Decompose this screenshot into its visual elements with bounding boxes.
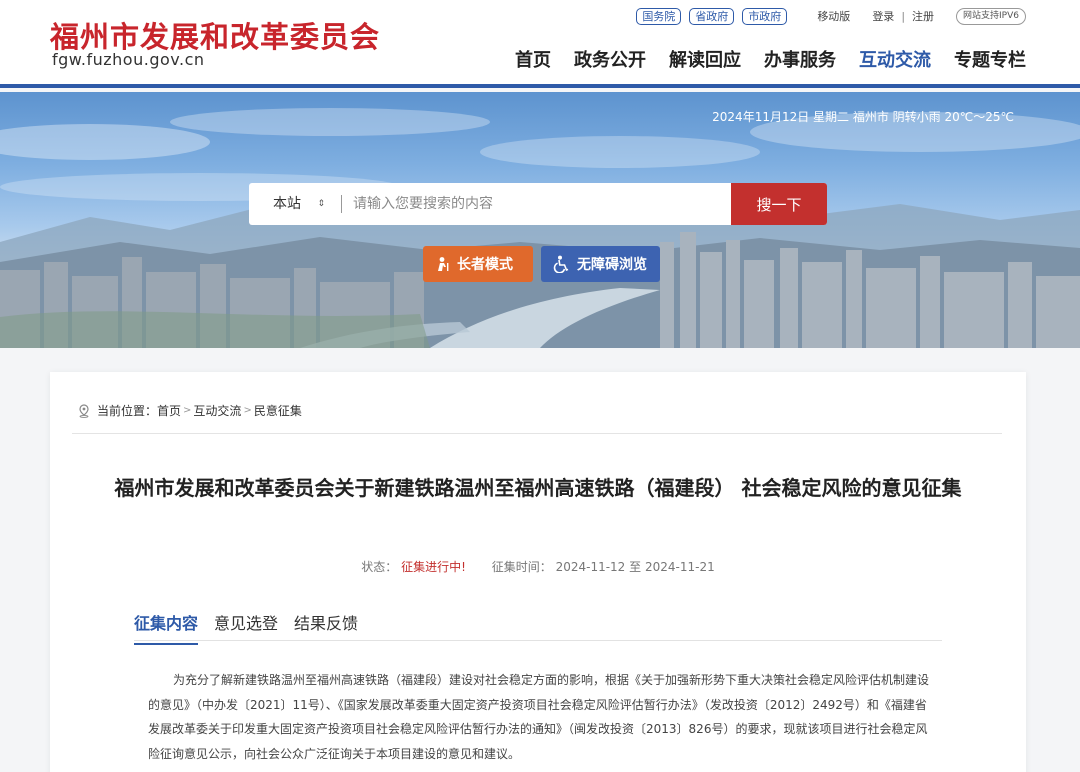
time-label: 征集时间： <box>491 560 552 574</box>
nav-special-topics[interactable]: 专题专栏 <box>954 46 1026 72</box>
article-body: 为充分了解新建铁路温州至福州高速铁路（福建段）建设对社会稳定方面的影响，根据《关… <box>148 673 930 761</box>
main-nav: 首页 政务公开 解读回应 办事服务 互动交流 专题专栏 <box>492 46 1026 72</box>
search-bar: 本站 ⇕ 搜一下 <box>249 183 827 225</box>
elder-mode-label: 长者模式 <box>457 257 513 273</box>
login-link[interactable]: 登录 <box>872 8 894 24</box>
search-scope-select[interactable]: 本站 ⇕ <box>249 183 341 225</box>
top-links: 国务院 省政府 市政府 移动版 登录 | 注册 网站支持IPV6 <box>636 7 1026 25</box>
location-pin-icon <box>79 403 89 418</box>
search-input[interactable] <box>353 183 723 225</box>
search-scope-label: 本站 <box>273 196 301 212</box>
breadcrumb-opinion-collection[interactable]: 民意征集 <box>254 402 302 419</box>
article-meta: 状态： 征集进行中! 征集时间： 2024-11-12 至 2024-11-21 <box>50 558 1026 575</box>
time-end: 2024-11-21 <box>645 560 715 574</box>
breadcrumb-home[interactable]: 首页 <box>157 402 181 419</box>
updown-arrow-icon: ⇕ <box>317 199 325 209</box>
article-title: 福州市发展和改革委员会关于新建铁路温州至福州高速铁路（福建段） 社会稳定风险的意… <box>114 476 962 500</box>
elder-mode-button[interactable]: 长者模式 <box>423 246 533 282</box>
link-province-gov[interactable]: 省政府 <box>689 7 735 25</box>
breadcrumb: 当前位置： 首页 > 互动交流 > 民意征集 <box>77 402 302 419</box>
nav-home[interactable]: 首页 <box>515 46 551 72</box>
accessibility-button[interactable]: 无障碍浏览 <box>541 246 660 282</box>
ipv6-badge: 网站支持IPV6 <box>956 7 1026 25</box>
accessibility-label: 无障碍浏览 <box>577 257 647 273</box>
login-separator: | <box>901 9 906 23</box>
date-weather: 2024年11月12日 星期二 福州市 阴转小雨 20℃～25℃ <box>712 110 1014 124</box>
search-button[interactable]: 搜一下 <box>731 183 827 225</box>
wheelchair-icon <box>553 255 569 273</box>
nav-interaction[interactable]: 互动交流 <box>859 46 931 72</box>
site-header: 福州市发展和改革委员会 fgw.fuzhou.gov.cn 国务院 省政府 市政… <box>0 0 1080 88</box>
site-domain: fgw.fuzhou.gov.cn <box>52 50 205 69</box>
nav-interpretation[interactable]: 解读回应 <box>669 46 741 72</box>
tabs-divider <box>134 640 942 641</box>
search-divider <box>341 195 342 213</box>
breadcrumb-separator: > <box>183 405 192 416</box>
breadcrumb-interaction[interactable]: 互动交流 <box>193 402 241 419</box>
elder-person-icon <box>438 257 449 271</box>
register-link[interactable]: 注册 <box>912 8 934 24</box>
breadcrumb-separator: > <box>243 405 252 416</box>
breadcrumb-divider <box>72 433 1002 434</box>
breadcrumb-label: 当前位置： <box>97 404 158 418</box>
time-to: 至 <box>629 560 642 574</box>
link-state-council[interactable]: 国务院 <box>636 7 682 25</box>
time-start: 2024-11-12 <box>555 560 626 574</box>
nav-services[interactable]: 办事服务 <box>764 46 836 72</box>
content-card: 当前位置： 首页 > 互动交流 > 民意征集 福州市发展和改革委员会关于新建铁路… <box>50 372 1026 772</box>
nav-gov-affairs[interactable]: 政务公开 <box>574 46 646 72</box>
status-label: 状态： <box>361 560 398 574</box>
link-city-gov[interactable]: 市政府 <box>742 7 788 25</box>
city-banner: 2024年11月12日 星期二 福州市 阴转小雨 20℃～25℃ 本站 ⇕ 搜一… <box>0 92 1080 348</box>
status-badge: 征集进行中! <box>401 560 466 574</box>
mobile-version-link[interactable]: 移动版 <box>817 8 850 24</box>
